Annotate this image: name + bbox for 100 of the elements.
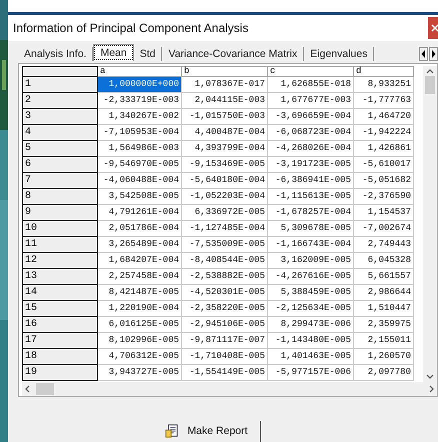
right-arrow-icon[interactable]	[429, 47, 438, 61]
row-header: 10	[22, 221, 98, 237]
table-cell: 5,661557	[354, 269, 414, 285]
table-cell: 1,626855E-018	[268, 77, 354, 93]
table-cell: 8,421487E-005	[98, 285, 182, 301]
row-header: 14	[22, 285, 98, 301]
table-cell: -4,060488E-004	[98, 173, 182, 189]
table-cell: 1,564986E-003	[98, 141, 182, 157]
table-cell: 3,265489E-004	[98, 237, 182, 253]
table-cell: 8,933251	[354, 77, 414, 93]
window-title: Information of Principal Component Analysis	[13, 21, 248, 35]
table-cell: -6,386941E-005	[268, 173, 354, 189]
table-cell: 4,400487E-004	[182, 125, 268, 141]
table-cell: 6,336972E-005	[182, 205, 268, 221]
row-header: 9	[22, 205, 98, 221]
row-header: 18	[22, 349, 98, 365]
table-cell: -8,408544E-005	[182, 253, 268, 269]
table-cell: -5,977157E-006	[268, 365, 354, 381]
table-cell: -7,002674	[354, 221, 414, 237]
table-cell: -4,520301E-005	[182, 285, 268, 301]
table-cell: 1,677677E-003	[268, 93, 354, 109]
table-cell: 5,388459E-005	[268, 285, 354, 301]
close-icon[interactable]	[428, 17, 438, 39]
table-cell: 2,155011	[354, 333, 414, 349]
table-cell: -2,945106E-005	[182, 317, 268, 333]
table-cell: 3,162009E-005	[268, 253, 354, 269]
table-cell: -2,358220E-005	[182, 301, 268, 317]
table-cell: 5,309678E-005	[268, 221, 354, 237]
row-header: 7	[22, 173, 98, 189]
row-header: 6	[22, 157, 98, 173]
tab[interactable]: Mean	[93, 44, 134, 61]
table-cell: -1,166743E-004	[268, 237, 354, 253]
table-cell: -3,696659E-004	[268, 109, 354, 125]
table-cell: 1,000000E+000	[98, 77, 182, 93]
table-cell: 1,340267E-002	[98, 109, 182, 125]
table-cell: 2,044115E-003	[182, 93, 268, 109]
table-cell: 1,426861	[354, 141, 414, 157]
table-cell: -1,678257E-004	[268, 205, 354, 221]
table-cell: -4,268026E-004	[268, 141, 354, 157]
vertical-scrollbar[interactable]	[423, 66, 437, 382]
table-cell: -1,127485E-004	[182, 221, 268, 237]
table-cell: 1,684207E-004	[98, 253, 182, 269]
table-cell: -1,710408E-005	[182, 349, 268, 365]
column-header: d	[354, 66, 414, 77]
table-cell: -6,068723E-004	[268, 125, 354, 141]
table-cell: 8,102996E-005	[98, 333, 182, 349]
table-cell: -7,535009E-005	[182, 237, 268, 253]
table-cell: 1,260570	[354, 349, 414, 365]
left-arrow-icon[interactable]	[419, 47, 428, 61]
table-cell: -1,143480E-005	[268, 333, 354, 349]
table-cell: -3,191723E-005	[268, 157, 354, 173]
table-cell: 4,791261E-004	[98, 205, 182, 221]
table-cell: 2,257458E-004	[98, 269, 182, 285]
table-cell: -1,942224	[354, 125, 414, 141]
row-header: 5	[22, 141, 98, 157]
row-header: 11	[22, 237, 98, 253]
table-cell: -2,333719E-003	[98, 93, 182, 109]
table-cell: -5,051682	[354, 173, 414, 189]
table-cell: -9,546970E-005	[98, 157, 182, 173]
table-cell: 1,510447	[354, 301, 414, 317]
row-header: 8	[22, 189, 98, 205]
table-cell: -5,610017	[354, 157, 414, 173]
table-cell: 2,986644	[354, 285, 414, 301]
table-cell: 4,706312E-005	[98, 349, 182, 365]
table-cell: -7,105953E-004	[98, 125, 182, 141]
table-cell: -2,376590	[354, 189, 414, 205]
table-cell: 2,749443	[354, 237, 414, 253]
column-header: c	[268, 66, 354, 77]
table-cell: -1,115613E-005	[268, 189, 354, 205]
row-header: 3	[22, 109, 98, 125]
table-cell: 6,045328	[354, 253, 414, 269]
scroll-thumb[interactable]	[36, 383, 54, 395]
table-cell: 1,078367E-017	[182, 77, 268, 93]
table-cell: -9,153469E-005	[182, 157, 268, 173]
table-cell: -1,015750E-003	[182, 109, 268, 125]
table-cell: 1,220190E-004	[98, 301, 182, 317]
table-cell: 6,016125E-005	[98, 317, 182, 333]
table-cell: -1,777763	[354, 93, 414, 109]
horizontal-scrollbar[interactable]	[22, 382, 437, 396]
table-cell: -9,871117E-007	[182, 333, 268, 349]
row-header: 16	[22, 317, 98, 333]
row-header: 12	[22, 253, 98, 269]
row-header: 4	[22, 125, 98, 141]
table-cell: 2,051786E-004	[98, 221, 182, 237]
row-header: 17	[22, 333, 98, 349]
table-cell: -5,640180E-004	[182, 173, 268, 189]
column-header: a	[98, 66, 182, 77]
column-header: b	[182, 66, 268, 77]
table-cell: 1,154537	[354, 205, 414, 221]
table-cell: -4,267616E-005	[268, 269, 354, 285]
table-cell: 3,542508E-005	[98, 189, 182, 205]
row-header: 15	[22, 301, 98, 317]
table-cell: 3,943727E-005	[98, 365, 182, 381]
report-icon	[165, 424, 180, 438]
table-cell: -1,554149E-005	[182, 365, 268, 381]
table-cell: 1,401463E-005	[268, 349, 354, 365]
table-cell: -2,538882E-005	[182, 269, 268, 285]
row-header: 2	[22, 93, 98, 109]
scroll-thumb[interactable]	[425, 76, 435, 94]
row-header: 19	[22, 365, 98, 381]
